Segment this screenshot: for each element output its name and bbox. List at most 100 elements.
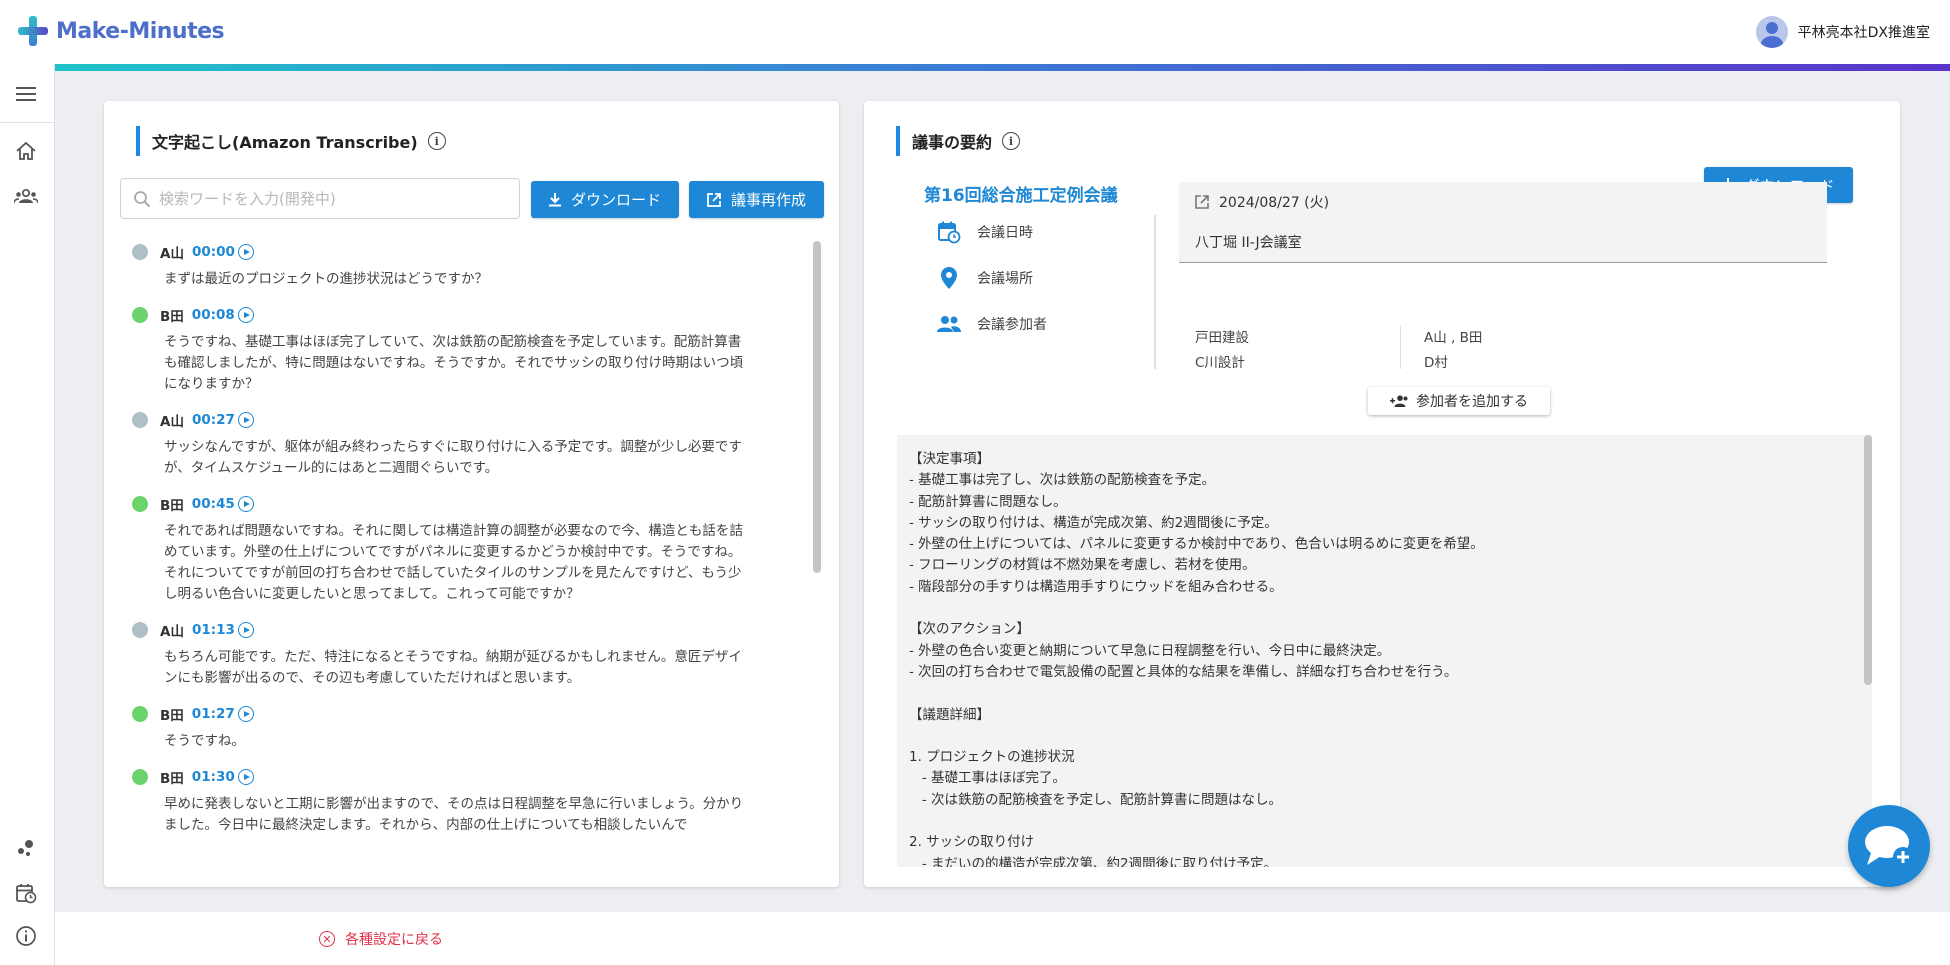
open-external-icon [707,192,721,207]
chat-fab-button[interactable] [1848,805,1930,887]
timestamp-link[interactable]: 01:30 [192,769,235,785]
speaker-line: B田 01:30 [132,766,782,788]
speaker-line: B田 01:27 [132,703,782,725]
user-name: 平林亮本社DX推進室 [1797,25,1930,41]
info-divider [1154,215,1156,369]
transcript-download-button[interactable]: ダウンロード [531,181,679,218]
play-icon[interactable] [237,496,254,512]
speaker-dot [132,307,148,323]
summary-textarea[interactable]: 【決定事項】 - 基礎工事は完了し、次は鉄筋の配筋検査を予定。 - 配筋計算書に… [897,435,1872,867]
speaker-line: A山 01:13 [132,619,782,641]
transcript-entry: B田 00:08 そうですね、基礎工事はほぼ完了していて、次は鉄筋の配筋検査を予定し… [132,304,782,395]
speaker-line: A山 00:00 [132,241,782,263]
utterance-text: サッシなんですが、躯体が組み終わったらすぐに取り付けに入る予定です。調整が少し必… [164,439,742,476]
search-field[interactable] [120,178,520,219]
location-pin-icon [936,265,962,291]
transcript-title-text: 文字起こし(Amazon Transcribe) [152,133,418,152]
header-gradient-bar [55,64,1950,71]
download-icon [548,192,561,206]
transcript-panel: 文字起こし(Amazon Transcribe) i ダウンロード 議事再作成 … [104,101,839,887]
transcript-title: 文字起こし(Amazon Transcribe) i [136,126,446,156]
regenerate-minutes-button[interactable]: 議事再作成 [689,181,824,218]
footer: ✕ 各種設定に戻る [55,912,1950,965]
place-value: 八丁堀 II-J会議室 [1195,235,1302,251]
play-icon[interactable] [237,769,254,785]
speaker-name: A山 [160,246,184,262]
utterance-text: もちろん可能です。ただ、特注になるとそうですね。納期が延びるかもしれません。意匠… [164,649,742,686]
summary-text[interactable]: 【決定事項】 - 基礎工事は完了し、次は鉄筋の配筋検査を予定。 - 配筋計算書に… [897,435,1852,867]
utterance-text: 早めに発表しないと工期に影響が出ますので、その点は日程調整を早急に行いましょう。… [164,796,744,833]
summary-panel: 議事の要約 i ダウンロード 第16回総合施工定例会議 会議日時 会議場所 会議… [864,101,1900,887]
timestamp-link[interactable]: 01:27 [192,706,235,722]
speaker-name: B田 [160,498,184,514]
participants-label: 会議参加者 [977,317,1047,333]
speaker-name: A山 [160,414,184,430]
info-icon[interactable] [12,922,40,950]
transcript-info-icon[interactable]: i [427,132,446,150]
calendar-clock-icon[interactable] [12,879,40,907]
sidebar [0,64,55,965]
speaker-dot [132,496,148,512]
transcript-list[interactable]: A山 00:00 まずは最近のプロジェクトの進捗状況はどうですか？ B田 00:08 そう… [132,241,782,863]
transcript-scrollbar-thumb[interactable] [813,241,821,573]
transcript-entry: A山 00:27 サッシなんですが、躯体が組み終わったらすぐに取り付けに入る予定です… [132,409,782,479]
meeting-title: 第16回総合施工定例会議 [924,186,1118,206]
participant-names-2: D村 [1424,355,1448,371]
user-menu[interactable]: 平林亮本社DX推進室 [1755,16,1930,48]
sidebar-divider [0,122,55,123]
place-field[interactable]: 八丁堀 II-J会議室 [1179,222,1827,263]
participant-company-2: C川設計 [1195,355,1245,371]
participant-company-1: 戸田建設 [1195,330,1249,346]
transcript-entry: B田 01:27 そうですね。 [132,703,782,752]
transcript-scrollbar[interactable] [813,241,821,863]
play-icon[interactable] [237,412,254,428]
app-logo[interactable]: Make-Minutes [18,16,225,46]
summary-scrollbar-thumb[interactable] [1864,435,1872,685]
play-icon[interactable] [237,706,254,722]
timestamp-link[interactable]: 00:08 [192,307,235,323]
add-people-icon [1390,395,1408,407]
place-label: 会議場所 [977,271,1033,287]
datetime-label-row: 会議日時 [936,219,1136,245]
speaker-dot [132,769,148,785]
summary-title: 議事の要約 i [896,126,1021,156]
menu-icon[interactable] [12,80,40,108]
datetime-label: 会議日時 [977,225,1033,241]
timestamp-link[interactable]: 00:45 [192,496,235,512]
speaker-name: B田 [160,708,184,724]
people-icon [936,311,962,337]
utterance-text: それであれば問題ないですね。それに関しては構造計算の調整が必要なので今、構造とも… [164,523,743,602]
transcript-entry: B田 00:45 それであれば問題ないですね。それに関しては構造計算の調整が必要なの… [132,493,782,605]
play-icon[interactable] [237,307,254,323]
speaker-dot [132,412,148,428]
close-circle-icon: ✕ [319,931,335,947]
avatar [1755,16,1788,48]
timestamp-link[interactable]: 01:13 [192,622,235,638]
transcript-download-label: ダウンロード [570,191,661,209]
participants-label-row: 会議参加者 [936,311,1136,337]
open-external-icon [1195,195,1209,209]
search-input[interactable] [159,189,499,208]
bubbles-icon[interactable] [12,834,40,862]
timestamp-link[interactable]: 00:27 [192,412,235,428]
regenerate-minutes-label: 議事再作成 [730,191,806,209]
speaker-dot [132,622,148,638]
play-icon[interactable] [237,244,254,260]
timestamp-link[interactable]: 00:00 [192,244,235,260]
add-participant-button[interactable]: 参加者を追加する [1368,387,1550,415]
utterance-text: そうですね。 [164,733,245,749]
home-icon[interactable] [12,137,40,165]
speaker-name: A山 [160,624,184,640]
back-to-settings-link[interactable]: ✕ 各種設定に戻る [319,929,443,949]
utterance-text: そうですね、基礎工事はほぼ完了していて、次は鉄筋の配筋検査を予定しています。配筋… [164,334,744,392]
play-icon[interactable] [237,622,254,638]
summary-info-icon[interactable]: i [1002,132,1021,150]
group-icon[interactable] [12,182,40,210]
back-to-settings-label: 各種設定に戻る [345,932,443,948]
speaker-name: B田 [160,771,184,787]
utterance-text: まずは最近のプロジェクトの進捗状況はどうですか？ [164,271,488,287]
calendar-icon [936,219,962,245]
participant-names-1: A山 , B田 [1424,330,1483,346]
search-icon [134,190,151,207]
datetime-field[interactable]: 2024/08/27 (火) [1179,182,1827,223]
